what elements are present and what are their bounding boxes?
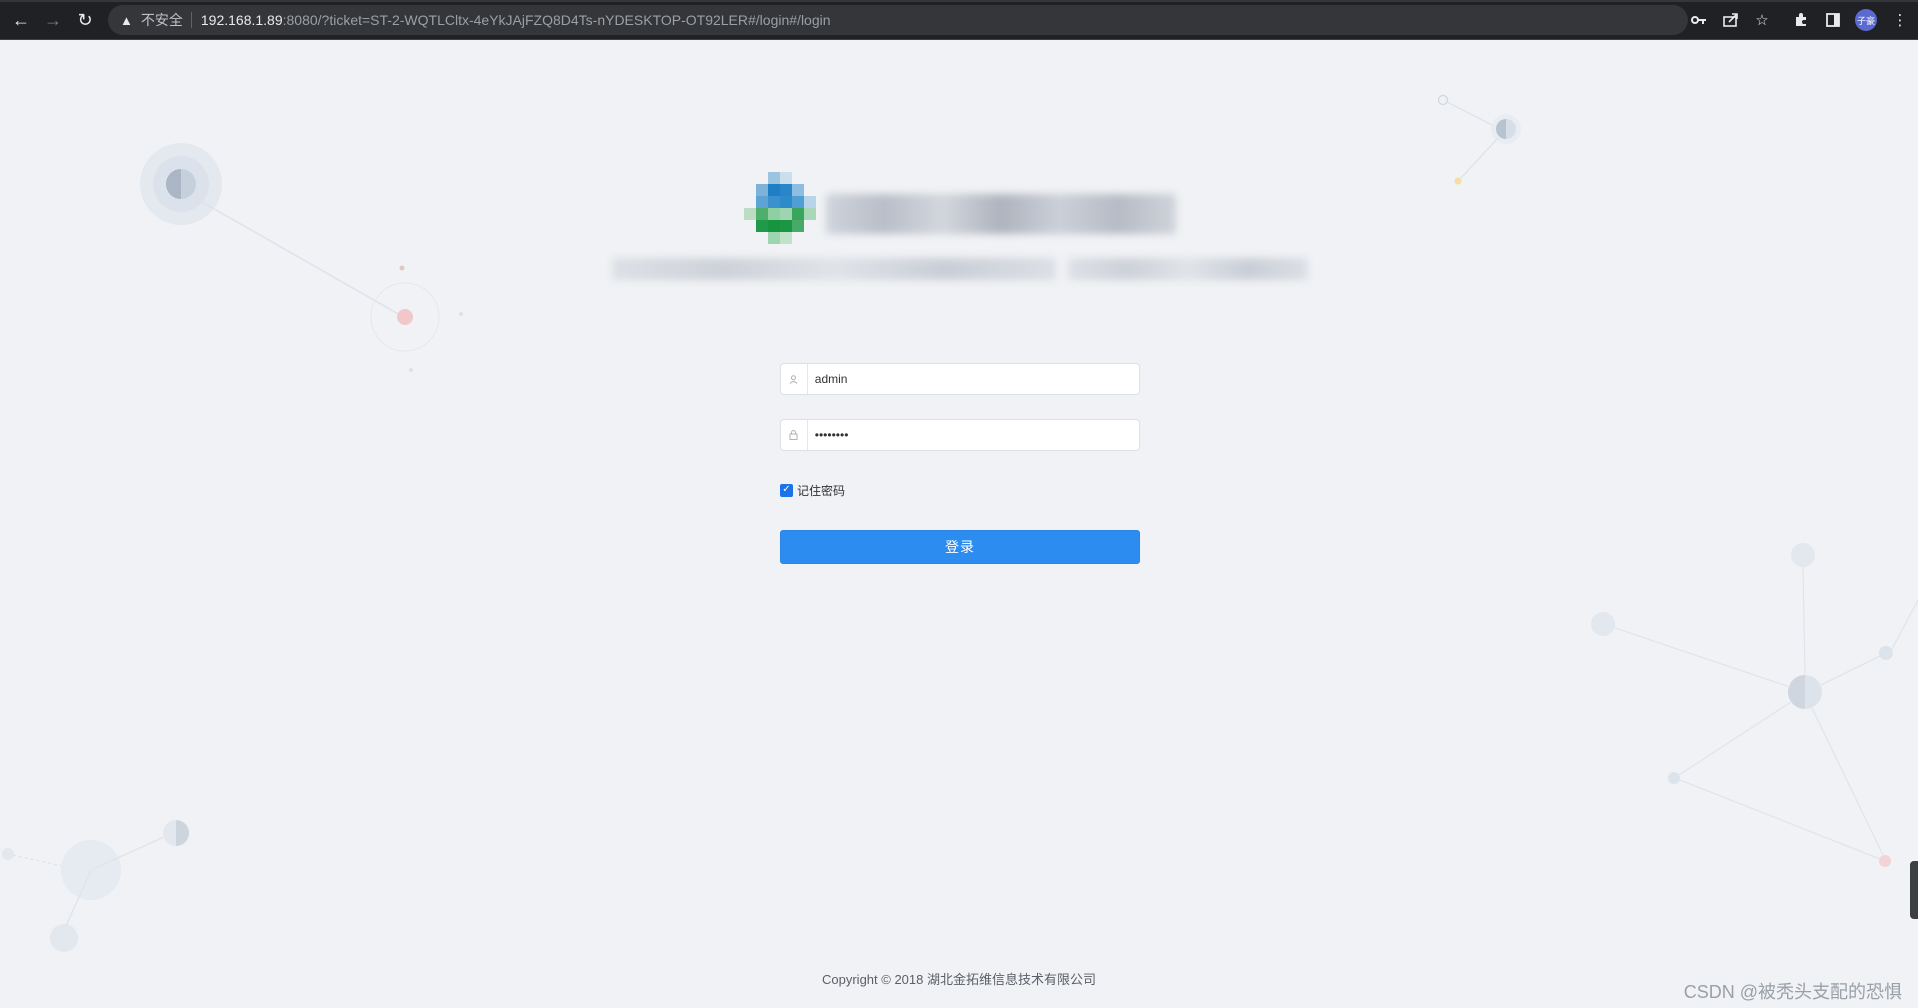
- address-bar[interactable]: ▲ 不安全 192.168.1.89:8080/?ticket=ST-2-WQT…: [108, 5, 1688, 35]
- deco-link: [1811, 707, 1884, 856]
- system-subtitle-blurred: [612, 258, 1056, 280]
- remember-password[interactable]: ✓ 记住密码: [780, 482, 845, 498]
- background-decoration: [2, 94, 1918, 952]
- deco-dot: [459, 312, 463, 316]
- share-icon[interactable]: [1719, 8, 1743, 32]
- deco-link: [1820, 655, 1881, 686]
- profile-avatar[interactable]: 子豪: [1855, 9, 1877, 31]
- key-icon[interactable]: [1687, 8, 1711, 32]
- deco-node: [1437, 94, 1449, 106]
- deco-link: [12, 854, 63, 867]
- username-field[interactable]: [780, 363, 1140, 395]
- login-button[interactable]: 登录: [780, 530, 1140, 564]
- address-divider: [190, 12, 192, 28]
- deco-node: [50, 924, 78, 952]
- user-icon: [781, 364, 808, 394]
- side-panel-icon[interactable]: [1821, 8, 1845, 32]
- password-input[interactable]: [807, 421, 1139, 449]
- deco-link: [1460, 137, 1499, 179]
- deco-node-half: [1788, 675, 1805, 709]
- deco-link: [1679, 779, 1881, 860]
- deco-link: [1446, 101, 1497, 128]
- security-label[interactable]: 不安全: [141, 10, 183, 30]
- remember-checkbox[interactable]: ✓: [780, 483, 793, 497]
- deco-link: [1891, 599, 1918, 650]
- browser-toolbar: ← → ↻ ▲ 不安全 192.168.1.89:8080/?ticket=ST…: [0, 0, 1918, 40]
- copyright-text: Copyright © 2018 湖北金拓维信息技术有限公司: [822, 972, 1096, 987]
- back-icon[interactable]: ←: [9, 8, 33, 32]
- side-widget-handle[interactable]: [1910, 861, 1918, 919]
- deco-link: [194, 197, 401, 316]
- menu-kebab-icon[interactable]: ⋮: [1888, 8, 1912, 32]
- deco-node-pink: [397, 309, 413, 325]
- deco-dot-yellow: [1454, 177, 1462, 185]
- remember-label[interactable]: 记住密码: [797, 482, 845, 499]
- deco-node: [1791, 543, 1815, 567]
- csdn-watermark: CSDN @被秃头支配的恐惧: [1683, 982, 1902, 1002]
- deco-node-half: [176, 820, 189, 846]
- tab-strip-edge: [0, 0, 1918, 2]
- deco-node: [2, 848, 14, 860]
- password-field[interactable]: [780, 419, 1140, 451]
- url-host: 192.168.1.89: [200, 12, 283, 28]
- system-title-blurred: [826, 194, 1176, 234]
- lock-icon: [781, 420, 808, 450]
- username-input[interactable]: [807, 365, 1139, 393]
- reload-icon[interactable]: ↻: [73, 8, 97, 32]
- url-path: :8080/?ticket=ST-2-WQTLCltx-4eYkJAjFZQ8D…: [282, 12, 831, 28]
- deco-link: [1802, 566, 1806, 676]
- company-logo: [744, 172, 816, 244]
- extensions-icon[interactable]: [1789, 8, 1813, 32]
- forward-icon[interactable]: →: [41, 8, 65, 32]
- deco-node: [1879, 646, 1893, 660]
- deco-link: [1678, 701, 1792, 776]
- deco-dot: [409, 368, 413, 372]
- deco-dot: [399, 265, 405, 271]
- deco-node-pink: [1879, 855, 1891, 867]
- deco-node: [1591, 612, 1615, 636]
- warning-icon[interactable]: ▲: [120, 13, 133, 28]
- deco-node: [1668, 772, 1680, 784]
- system-subtitle-blurred-2: [1068, 258, 1308, 280]
- deco-link: [1614, 627, 1791, 688]
- bookmark-star-icon[interactable]: ☆: [1750, 8, 1774, 32]
